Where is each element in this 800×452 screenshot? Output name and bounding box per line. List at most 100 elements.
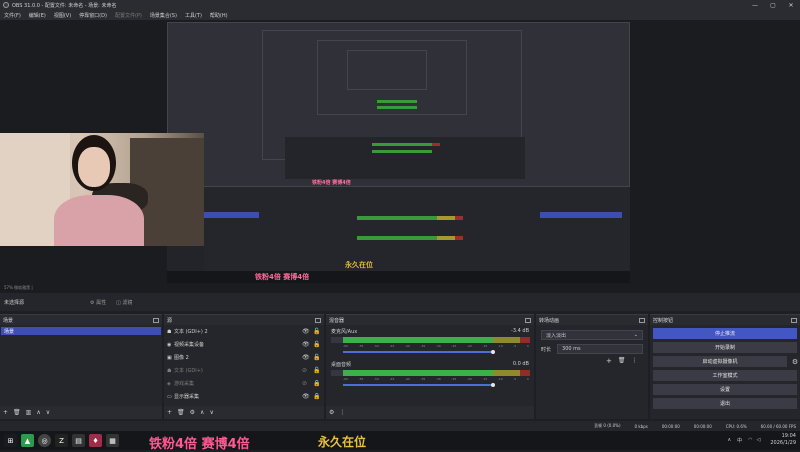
volume-meter	[331, 337, 530, 343]
maximize-button[interactable]: ▢	[764, 0, 782, 10]
taskbar: ⊞ ▲ ◎ Z ▤ ♦ ▦	[0, 431, 800, 450]
volume-slider[interactable]	[343, 350, 529, 354]
app-icon[interactable]: Z	[55, 434, 68, 447]
lock-icon[interactable]: 🔒	[313, 393, 324, 400]
gear-icon[interactable]: ⚙	[790, 358, 800, 366]
streamer	[54, 133, 144, 246]
volume-meter	[331, 370, 530, 376]
scene-filters-button[interactable]: ▥	[26, 409, 32, 416]
start-record-button[interactable]: 开始录制	[653, 342, 797, 353]
windows-start-icon[interactable]: ⊞	[4, 434, 17, 447]
controls-title: 控制按钮	[653, 317, 674, 324]
mixer-settings-button[interactable]: ⚙	[329, 409, 334, 416]
scenes-dock: 场景 场景 + 🗑 ▥ ∧ ∨	[0, 314, 162, 419]
unlock-icon[interactable]: 🔓	[313, 328, 324, 335]
move-down-button[interactable]: ∨	[209, 409, 213, 416]
language-indicator[interactable]: 中	[737, 437, 742, 444]
source-properties-button[interactable]: ⚙	[190, 409, 195, 416]
filters-button[interactable]: ◫ 滤镜	[116, 299, 132, 306]
visibility-eye-icon[interactable]: 👁	[302, 341, 313, 348]
menu-edit[interactable]: 编辑(E)	[29, 12, 46, 19]
menu-docks[interactable]: 停靠窗口(D)	[79, 12, 107, 19]
add-source-button[interactable]: +	[167, 409, 172, 416]
settings-button[interactable]: 设置	[653, 384, 797, 395]
menu-scene-collection[interactable]: 场景集合(S)	[150, 12, 177, 19]
volume-icon[interactable]: ◁	[757, 437, 761, 443]
source-item[interactable]: ▣ 图像 2 👁 🔓	[164, 351, 324, 364]
undock-icon[interactable]	[153, 317, 159, 323]
source-item[interactable]: ◈ 游戏采集 ⊘ 🔒	[164, 377, 324, 390]
minimize-button[interactable]: —	[746, 0, 764, 10]
add-transition-button[interactable]: +	[606, 357, 612, 365]
webcam-video[interactable]	[0, 133, 204, 246]
close-button[interactable]: ✕	[782, 0, 800, 10]
transition-select[interactable]: 淡入淡出 ⌄	[541, 330, 643, 340]
menu-view[interactable]: 视图(V)	[54, 12, 71, 19]
duration-input[interactable]: 300 ms	[557, 344, 643, 354]
menu-help[interactable]: 帮助(H)	[210, 12, 228, 19]
remove-source-button[interactable]: 🗑	[177, 409, 185, 416]
nested-mixer-meter-red	[455, 216, 463, 220]
remove-scene-button[interactable]: 🗑	[13, 409, 21, 416]
nested-mixer-meter-yellow	[437, 216, 455, 220]
unlock-icon[interactable]: 🔓	[313, 354, 324, 361]
studio-mode-button[interactable]: 工作室模式	[653, 370, 797, 381]
sources-title: 源	[167, 317, 173, 324]
scenes-title: 场景	[3, 317, 14, 324]
remove-transition-button[interactable]: 🗑	[618, 357, 626, 365]
menu-file[interactable]: 文件(F)	[4, 12, 21, 19]
app-icon[interactable]: ▦	[106, 434, 119, 447]
move-up-button[interactable]: ∧	[200, 409, 204, 416]
nested-meter	[372, 143, 432, 146]
unlock-icon[interactable]: 🔓	[313, 341, 324, 348]
transition-menu-button[interactable]: ⋮	[632, 357, 638, 365]
source-item[interactable]: ☗ 文本 (GDI+) ⊘ 🔓	[164, 364, 324, 377]
menu-bar: 文件(F) 编辑(E) 视图(V) 停靠窗口(D) 配置文件(P) 场景集合(S…	[0, 10, 800, 20]
properties-button[interactable]: ⚙ 属性	[90, 299, 106, 306]
source-item[interactable]: ▭ 显示器采集 👁 🔒	[164, 390, 324, 403]
hidden-eye-icon[interactable]: ⊘	[302, 380, 313, 387]
add-scene-button[interactable]: +	[3, 409, 8, 416]
lock-icon[interactable]: 🔒	[313, 380, 324, 387]
preview-canvas[interactable]: 铁粉4倍 赛博4倍 铁粉4倍 赛博4倍 永久在位	[167, 22, 630, 284]
meter-ticks: -60 -55 -50 -45 -40 -35 -30 -25 -20 -15 -10 -5 0	[343, 344, 529, 348]
app-icon[interactable]: ♦	[89, 434, 102, 447]
app-icon[interactable]: ▲	[21, 434, 34, 447]
exit-button[interactable]: 退出	[653, 398, 797, 409]
chevron-up-icon[interactable]: ∧	[727, 437, 731, 443]
undock-icon[interactable]	[525, 317, 531, 323]
move-up-button[interactable]: ∧	[36, 409, 40, 416]
move-down-button[interactable]: ∨	[46, 409, 50, 416]
hidden-eye-icon[interactable]: ⊘	[302, 367, 313, 374]
record-time: 00:00:00	[661, 423, 680, 429]
nested-obs-window-4	[347, 50, 427, 90]
mixer-title: 混音器	[329, 317, 345, 324]
nested-lower-docks	[204, 193, 630, 271]
undock-icon[interactable]	[639, 317, 645, 323]
virtual-camera-button[interactable]: 启动虚拟摄像机	[653, 356, 787, 367]
obs-logo-icon	[3, 2, 9, 8]
taskbar-overlay-pink: 铁粉4倍 赛博4倍	[149, 437, 250, 452]
unlock-icon[interactable]: 🔓	[313, 367, 324, 374]
volume-slider[interactable]	[343, 383, 529, 387]
bitrate: 0 kbps	[634, 423, 648, 429]
obs-status-bar: 丢帧 0 (0.0%) 0 kbps 00:00:00 00:00:00 CPU…	[0, 421, 800, 431]
channel-name: 桌面音频	[331, 362, 352, 368]
visibility-eye-icon[interactable]: 👁	[302, 354, 313, 361]
obs-taskbar-icon[interactable]: ◎	[38, 434, 51, 447]
scene-item[interactable]: 场景	[1, 327, 161, 335]
nested-meter	[377, 100, 417, 103]
stop-stream-button[interactable]: 停止推流	[653, 328, 797, 339]
source-item[interactable]: ☗ 文本 (GDI+) 2 👁 🔓	[164, 325, 324, 338]
source-item[interactable]: ◉ 视频采集设备 👁 🔓	[164, 338, 324, 351]
clock[interactable]: 19:04 2026/1/29	[770, 433, 796, 447]
mixer-menu-button[interactable]: ⋮	[339, 409, 345, 416]
visibility-eye-icon[interactable]: 👁	[302, 393, 313, 400]
undock-icon[interactable]	[315, 317, 321, 323]
stream-time: 00:00:00	[693, 423, 712, 429]
menu-tools[interactable]: 工具(T)	[185, 12, 202, 19]
undock-icon[interactable]	[791, 317, 797, 323]
visibility-eye-icon[interactable]: 👁	[302, 328, 313, 335]
app-icon[interactable]: ▤	[72, 434, 85, 447]
wifi-icon[interactable]: ◠	[748, 437, 752, 443]
